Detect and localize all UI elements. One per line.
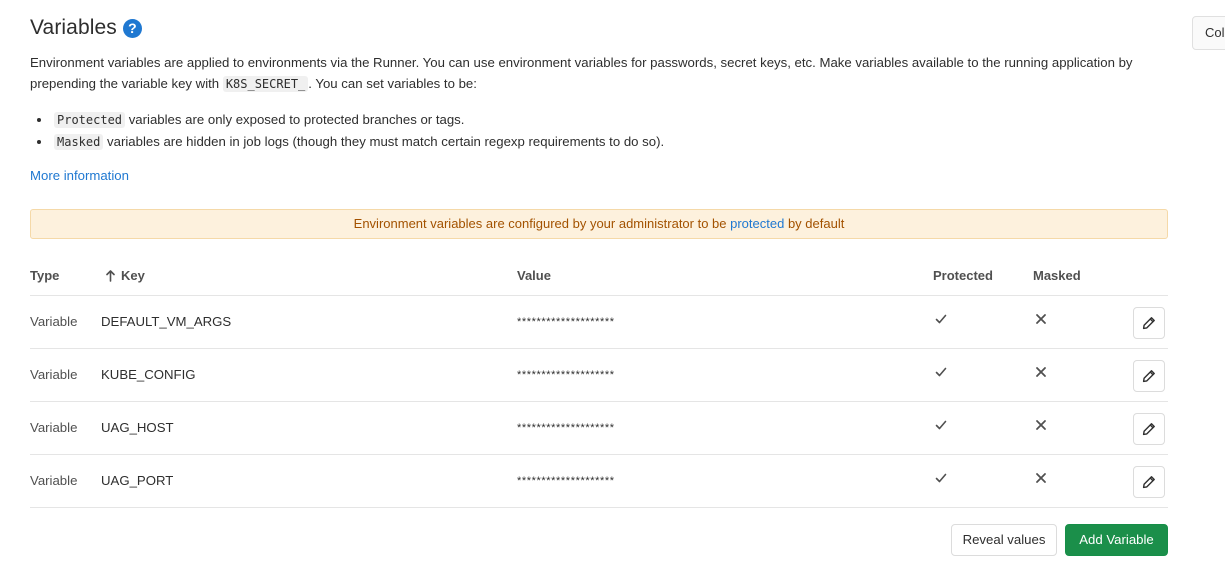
value-cell: ******************** (517, 369, 615, 381)
edit-variable-button[interactable] (1133, 413, 1165, 445)
list-item-text: variables are hidden in job logs (though… (103, 134, 665, 149)
pencil-icon (1142, 370, 1155, 383)
edit-variable-button[interactable] (1133, 466, 1165, 498)
pencil-icon (1142, 423, 1155, 436)
value-column-header: Value (517, 268, 551, 283)
value-cell: ******************** (517, 316, 615, 328)
type-cell: Variable (30, 367, 78, 382)
key-column-label: Key (121, 268, 145, 283)
key-cell: KUBE_CONFIG (101, 367, 196, 382)
value-cell: ******************** (517, 475, 615, 487)
protected-link[interactable]: protected (730, 216, 784, 231)
value-cell: ******************** (517, 422, 615, 434)
page-title: Variables (30, 16, 117, 39)
reveal-values-button[interactable]: Reveal values (951, 524, 1057, 556)
intro-text-part2: . You can set variables to be: (308, 76, 477, 91)
list-item-text: variables are only exposed to protected … (125, 112, 465, 127)
masked-code: Masked (54, 134, 104, 150)
intro-text-part1: Environment variables are applied to env… (30, 55, 1133, 91)
table-header: Type Key Value Protected Masked (30, 255, 1168, 296)
variables-table: Type Key Value Protected Masked Variable… (30, 255, 1168, 508)
key-column-header[interactable]: Key (106, 268, 145, 283)
variable-types-list: Protected variables are only exposed to … (52, 109, 664, 153)
check-icon (935, 419, 947, 434)
variables-settings-page: Variables ? Collapse Environment variabl… (0, 0, 1225, 572)
prefix-code: K8S_SECRET_ (222, 76, 309, 92)
table-row: Variable DEFAULT_VM_ARGS ***************… (30, 296, 1168, 349)
more-information-link[interactable]: More information (30, 168, 129, 183)
check-icon (935, 313, 947, 328)
pencil-icon (1142, 317, 1155, 330)
edit-variable-button[interactable] (1133, 307, 1165, 339)
title-row: Variables ? (30, 16, 142, 40)
help-icon[interactable]: ? (122, 19, 142, 38)
protected-column-header: Protected (933, 268, 993, 283)
protected-code: Protected (54, 112, 126, 128)
close-icon (1035, 366, 1047, 381)
table-row: Variable UAG_PORT ******************** (30, 455, 1168, 508)
intro-text: Environment variables are applied to env… (30, 52, 1180, 95)
add-variable-button[interactable]: Add Variable (1065, 524, 1168, 556)
edit-variable-button[interactable] (1133, 360, 1165, 392)
alert-text-after: by default (784, 216, 845, 231)
pencil-icon (1142, 476, 1155, 489)
close-icon (1035, 472, 1047, 487)
check-icon (935, 472, 947, 487)
key-cell: DEFAULT_VM_ARGS (101, 314, 232, 329)
list-item: Protected variables are only exposed to … (52, 109, 664, 131)
type-column-header: Type (30, 268, 60, 283)
type-cell: Variable (30, 473, 78, 488)
key-cell: UAG_HOST (101, 420, 174, 435)
key-cell: UAG_PORT (101, 473, 174, 488)
check-icon (935, 366, 947, 381)
table-row: Variable KUBE_CONFIG *******************… (30, 349, 1168, 402)
type-cell: Variable (30, 314, 78, 329)
type-cell: Variable (30, 420, 78, 435)
collapse-button[interactable]: Collapse (1192, 16, 1225, 50)
masked-column-header: Masked (1033, 268, 1081, 283)
table-row: Variable UAG_HOST ******************** (30, 402, 1168, 455)
alert-text-before: Environment variables are configured by … (353, 216, 731, 231)
close-icon (1035, 313, 1047, 328)
protected-default-alert: Environment variables are configured by … (30, 209, 1168, 239)
close-icon (1035, 419, 1047, 434)
list-item: Masked variables are hidden in job logs … (52, 131, 664, 153)
arrow-up-icon (106, 269, 115, 282)
